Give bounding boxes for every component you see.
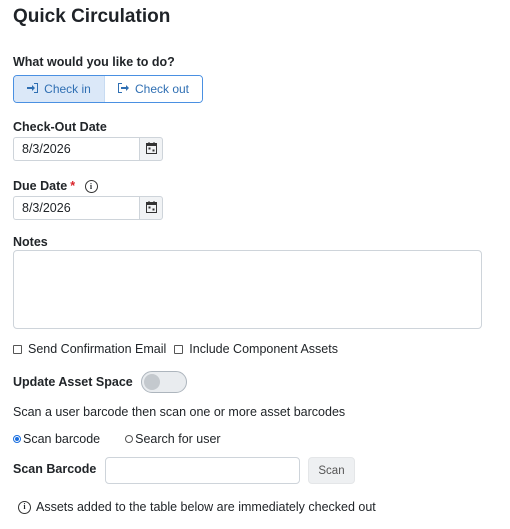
update-asset-space-row: Update Asset Space [13,371,187,393]
checkout-date-label: Check-Out Date [13,120,107,134]
include-components-label: Include Component Assets [189,342,338,356]
toggle-knob [143,374,160,390]
search-user-radio[interactable] [125,435,134,443]
check-out-button[interactable]: Check out [104,76,202,102]
notes-textarea[interactable] [13,250,482,329]
send-email-checkbox[interactable] [13,344,22,354]
notes-label: Notes [13,235,48,249]
scan-barcode-radio-label: Scan barcode [23,432,101,446]
due-date-group [13,196,163,220]
footer-note-text: Assets added to the table below are imme… [36,500,376,514]
check-in-button[interactable]: Check in [14,76,104,102]
due-date-label: Due Date [13,179,68,193]
checkout-date-group [13,137,163,161]
due-date-input[interactable] [13,196,139,220]
info-glyph: i [89,181,93,191]
scan-barcode-label: Scan Barcode [13,462,97,476]
required-asterisk: * [70,179,76,193]
due-date-calendar-button[interactable] [139,196,163,220]
check-in-label: Check in [44,82,91,96]
page-title: Quick Circulation [13,6,171,27]
info-icon[interactable]: i [84,180,98,194]
scan-barcode-input[interactable] [105,457,300,484]
mode-toggle: Check in Check out [13,75,203,103]
action-prompt: What would you like to do? [13,55,175,69]
sign-in-icon [27,82,39,96]
calendar-icon [145,141,157,157]
info-icon: i [18,500,31,514]
scan-barcode-radio[interactable] [13,435,21,443]
info-glyph: i [23,502,26,511]
search-user-radio-label: Search for user [135,432,221,446]
update-asset-space-toggle[interactable] [140,371,187,393]
checkout-date-input[interactable] [13,137,139,161]
scan-mode-row: Scan barcode Search for user [13,432,221,446]
due-date-label-row: Due Date * i [13,179,98,194]
footer-note: i Assets added to the table below are im… [18,500,376,514]
scan-button[interactable]: Scan [308,457,355,484]
calendar-icon [145,200,157,216]
send-email-label: Send Confirmation Email [28,342,167,356]
options-row: Send Confirmation Email Include Componen… [13,342,338,356]
update-asset-space-label: Update Asset Space [13,375,133,389]
checkout-date-calendar-button[interactable] [139,137,163,161]
check-out-label: Check out [134,82,190,96]
sign-out-icon [117,82,129,96]
include-components-checkbox[interactable] [174,344,184,354]
instruction-text: Scan a user barcode then scan one or mor… [13,405,346,419]
